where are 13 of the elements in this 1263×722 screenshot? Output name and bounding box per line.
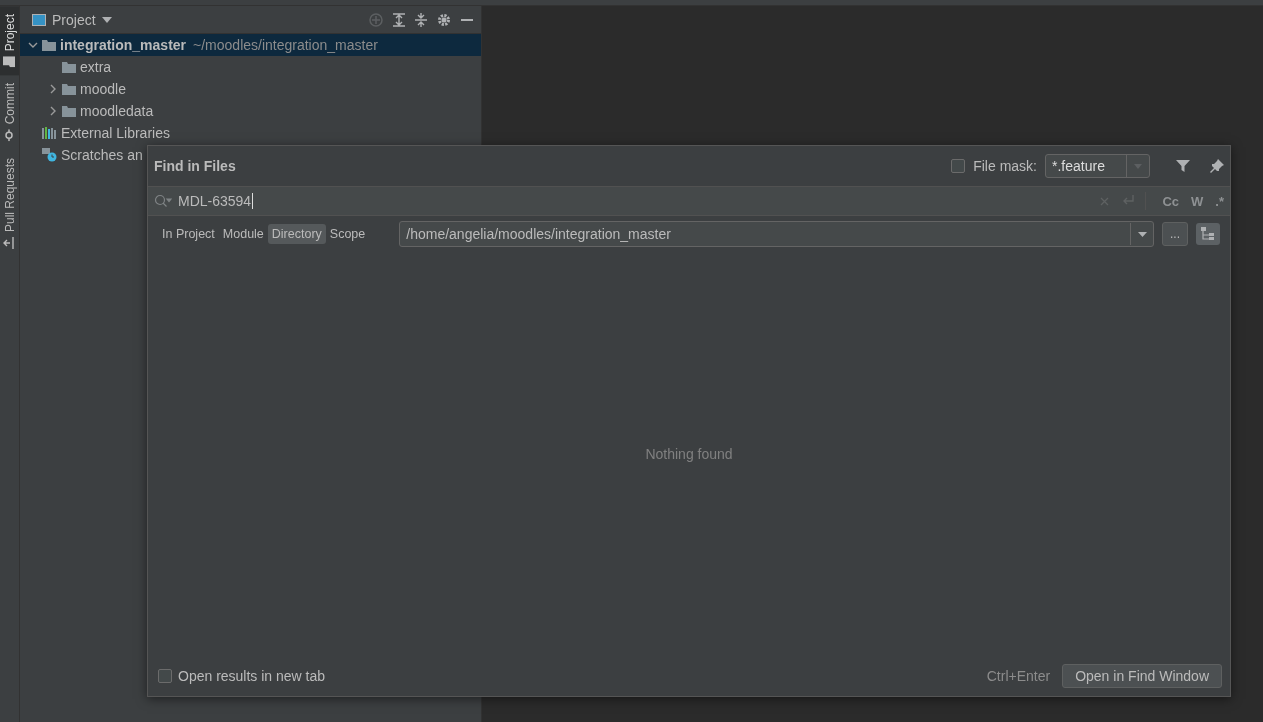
tree-item-name: integration_master [60,37,187,53]
tree-item-name: Scratches an [61,147,143,163]
tree-item-name: moodledata [80,103,154,119]
shortcut-hint: Ctrl+Enter [986,668,1051,684]
tree-item-name: extra [80,59,112,75]
file-mask-label: File mask: [973,158,1037,174]
dialog-title: Find in Files [154,158,236,174]
tree-item-name: moodle [80,81,126,97]
empty-message: Nothing found [645,446,733,462]
new-tab-label: Open results in new tab [178,668,326,684]
tree-item-name: External Libraries [61,125,170,141]
tree-item-path: ~/moodles/integration_master [193,37,378,53]
search-text: MDL-63594 [178,193,254,209]
